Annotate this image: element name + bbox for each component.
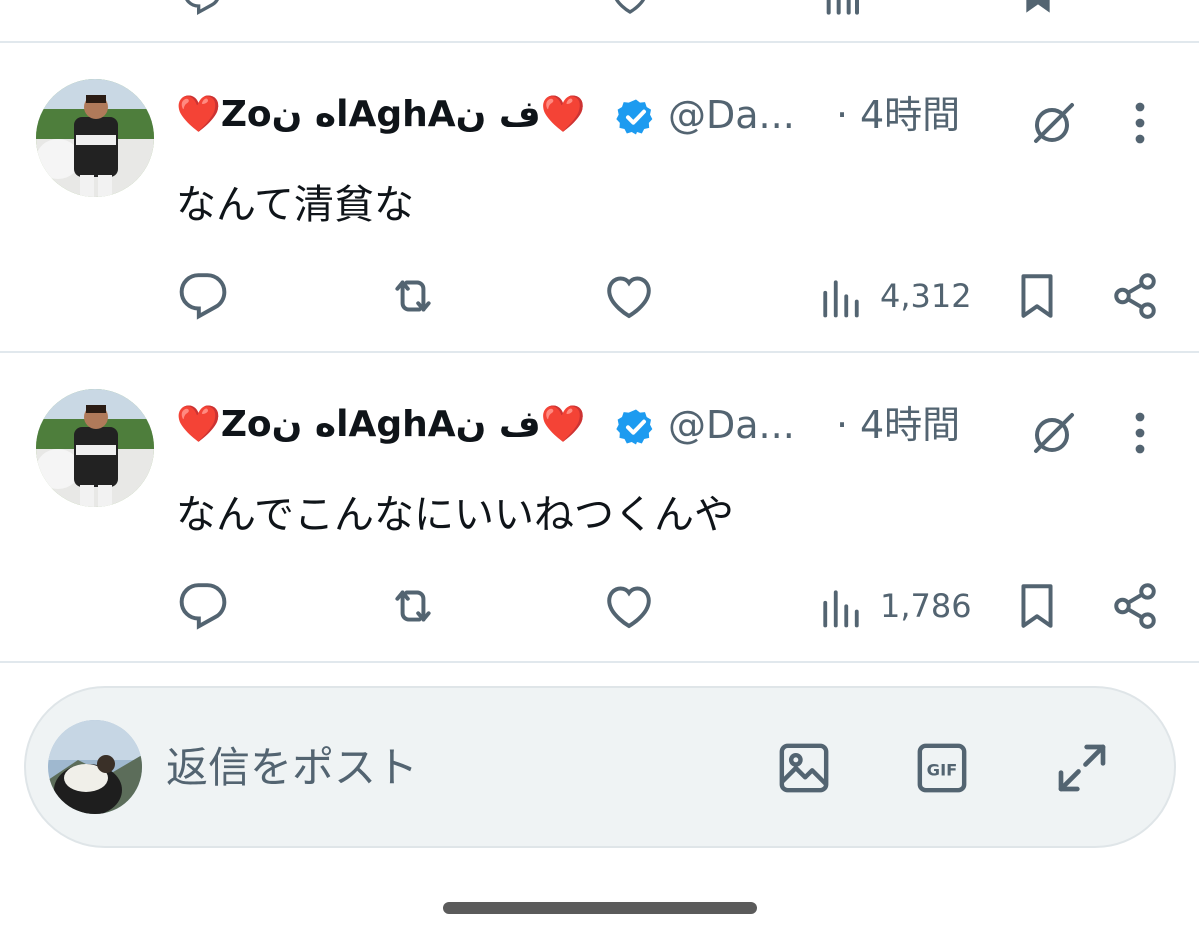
reply-button[interactable] — [178, 581, 228, 631]
bookmark-icon[interactable] — [1018, 0, 1058, 16]
timestamp[interactable]: 4時間 — [860, 403, 960, 447]
reply-composer[interactable]: 返信をポスト GIF — [24, 686, 1176, 848]
like-button[interactable] — [604, 581, 654, 631]
share-button[interactable] — [1110, 271, 1160, 321]
previous-tweet-actions — [0, 0, 1199, 16]
reply-icon — [179, 273, 227, 320]
grok-icon[interactable] — [1030, 409, 1078, 457]
retweet-icon — [395, 280, 431, 312]
heart-emoji-left: ❤️ — [176, 404, 221, 445]
more-options-icon[interactable] — [1126, 99, 1154, 147]
display-name[interactable]: ❤️Zoاه نAghAف ن❤️ — [176, 403, 586, 447]
verified-badge-icon[interactable] — [616, 407, 656, 447]
gif-icon: GIF — [917, 743, 967, 793]
tweet[interactable]: ❤️Zoاه نAghAف ن❤️ @Da... · 4時間 なんて清貧な 4,… — [0, 43, 1199, 351]
profile-avatar — [36, 79, 154, 197]
grok-icon[interactable] — [1030, 99, 1078, 147]
reply-icon[interactable] — [180, 0, 224, 16]
bookmark-icon — [1021, 274, 1053, 318]
like-icon[interactable] — [608, 0, 652, 16]
share-button[interactable] — [1110, 581, 1160, 631]
add-image-button[interactable] — [776, 740, 832, 796]
retweet-icon — [395, 590, 431, 622]
my-avatar[interactable] — [48, 720, 142, 814]
tweet-text: なんでこんなにいいねつくんや — [176, 492, 734, 538]
display-name[interactable]: ❤️Zoاه نAghAف ن❤️ — [176, 93, 586, 137]
retweet-button[interactable] — [388, 271, 438, 321]
bookmark-button[interactable] — [1012, 581, 1062, 631]
reply-input[interactable]: 返信をポスト — [166, 740, 418, 796]
reply-icon — [179, 583, 227, 630]
heart-emoji-right: ❤️ — [540, 94, 586, 135]
display-name-text: Zoاه نAghAف ن — [220, 94, 541, 135]
verified-badge-icon[interactable] — [616, 97, 656, 137]
retweet-button[interactable] — [388, 581, 438, 631]
like-icon — [607, 586, 651, 629]
display-name-text: Zoاه نAghAف ن — [220, 404, 541, 445]
bookmark-icon — [1021, 584, 1053, 628]
separator-dot: · — [836, 403, 849, 447]
avatar[interactable] — [36, 79, 154, 197]
heart-emoji-left: ❤️ — [176, 94, 221, 135]
tweet-text: なんて清貧な — [176, 182, 414, 228]
image-icon — [779, 743, 829, 793]
separator-dot: · — [836, 93, 849, 137]
bookmark-button[interactable] — [1012, 271, 1062, 321]
views-count: 1,786 — [880, 587, 972, 625]
views-icon — [823, 280, 859, 318]
divider — [0, 661, 1199, 663]
tweet[interactable]: ❤️Zoاه نAghAف ن❤️ @Da... · 4時間 なんでこんなにいい… — [0, 353, 1199, 661]
reply-button[interactable] — [178, 271, 228, 321]
views-count: 4,312 — [880, 277, 972, 315]
profile-avatar — [36, 389, 154, 507]
views-icon — [823, 590, 859, 628]
like-icon — [607, 276, 651, 319]
user-handle[interactable]: @Da... — [668, 93, 795, 137]
user-handle[interactable]: @Da... — [668, 403, 795, 447]
avatar[interactable] — [36, 389, 154, 507]
user-avatar-image — [48, 720, 142, 814]
heart-emoji-right: ❤️ — [540, 404, 586, 445]
share-icon — [1114, 583, 1156, 629]
timestamp[interactable]: 4時間 — [860, 93, 960, 137]
expand-composer-button[interactable] — [1054, 740, 1110, 796]
views-icon[interactable] — [820, 0, 864, 16]
like-button[interactable] — [604, 271, 654, 321]
more-options-icon[interactable] — [1126, 409, 1154, 457]
home-indicator[interactable] — [443, 902, 757, 914]
add-gif-button[interactable]: GIF — [914, 740, 970, 796]
expand-icon — [1058, 744, 1106, 792]
share-icon — [1114, 273, 1156, 319]
gif-label: GIF — [927, 760, 958, 779]
